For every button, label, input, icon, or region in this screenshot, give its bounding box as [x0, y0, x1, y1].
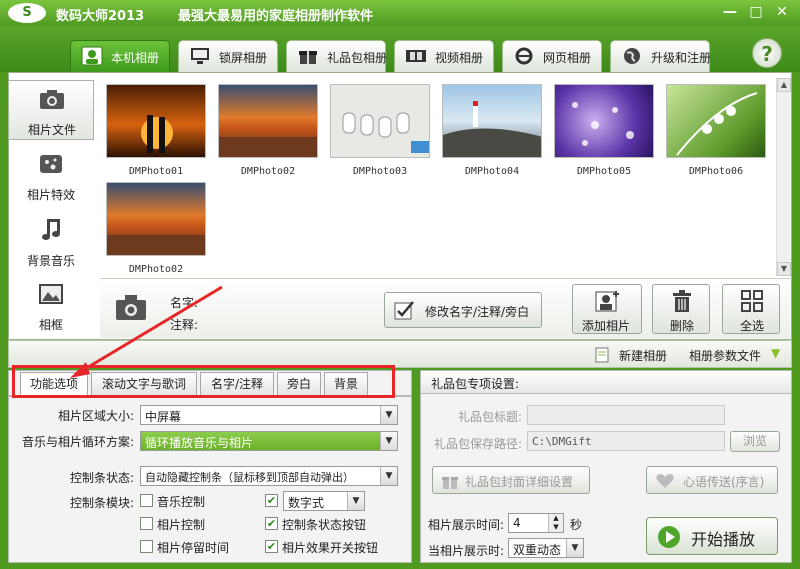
annotation-arrow-icon	[70, 285, 223, 378]
